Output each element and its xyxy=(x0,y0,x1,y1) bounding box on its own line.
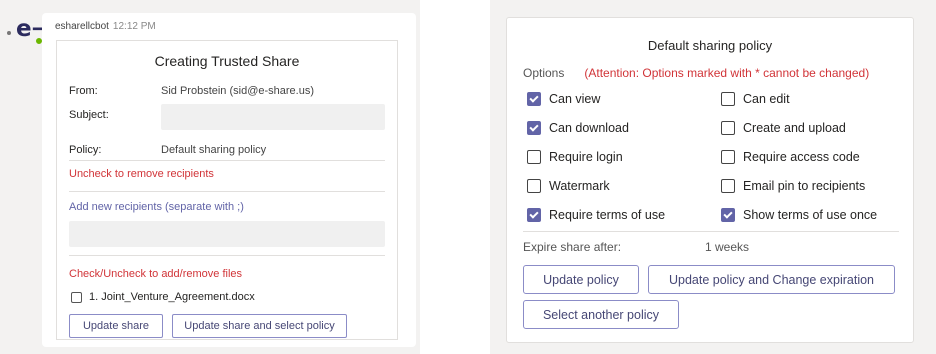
policy-title: Default sharing policy xyxy=(647,38,773,53)
option-can-download[interactable]: Can download xyxy=(527,121,629,135)
option-require-login[interactable]: Require login xyxy=(527,150,623,164)
checkbox-unchecked[interactable] xyxy=(527,150,541,164)
option-can-view[interactable]: Can view xyxy=(527,92,600,106)
files-hint: Check/Uncheck to add/remove files xyxy=(69,268,243,280)
attention-note: (Attention: Options marked with * cannot… xyxy=(584,66,870,80)
option-label: Require login xyxy=(549,150,623,164)
card-title: Creating Trusted Share xyxy=(154,53,300,69)
checkbox-unchecked[interactable] xyxy=(721,150,735,164)
policy-label: Policy: xyxy=(69,144,102,156)
option-can-edit[interactable]: Can edit xyxy=(721,92,790,106)
option-watermark[interactable]: Watermark xyxy=(527,179,610,193)
options-label: Options xyxy=(523,66,565,80)
checkbox-checked[interactable] xyxy=(527,208,541,222)
presence-dot xyxy=(7,31,11,35)
option-label: Can edit xyxy=(743,92,790,106)
divider xyxy=(69,255,385,256)
checkbox-checked[interactable] xyxy=(527,92,541,106)
chat-message: esharellcbot 12:12 PM Creating Trusted Sh… xyxy=(42,13,416,347)
policy-value: Default sharing policy xyxy=(161,144,267,156)
select-another-policy-button[interactable]: Select another policy xyxy=(523,300,679,329)
file-name: 1. Joint_Venture_Agreement.docx xyxy=(89,291,255,303)
option-label: Show terms of use once xyxy=(743,208,878,222)
option-email-pin[interactable]: Email pin to recipients xyxy=(721,179,865,193)
option-require-access-code[interactable]: Require access code xyxy=(721,150,860,164)
divider xyxy=(523,231,899,232)
divider xyxy=(69,160,385,161)
update-share-button[interactable]: Update share xyxy=(69,314,163,338)
checkbox-unchecked[interactable] xyxy=(721,92,735,106)
update-policy-button[interactable]: Update policy xyxy=(523,265,639,294)
option-label: Email pin to recipients xyxy=(743,179,866,193)
option-label: Watermark xyxy=(549,179,610,193)
options-header: Options (Attention: Options marked with … xyxy=(523,66,869,80)
trusted-share-card: Creating Trusted Share From: Sid Probste… xyxy=(56,40,398,340)
update-policy-expiration-button[interactable]: Update policy and Change expiration xyxy=(648,265,895,294)
checkbox-unchecked[interactable] xyxy=(721,121,735,135)
update-share-select-policy-button[interactable]: Update share and select policy xyxy=(172,314,347,338)
sharing-policy-card: Default sharing policy Options (Attentio… xyxy=(506,17,914,343)
option-show-terms-once[interactable]: Show terms of use once xyxy=(721,208,877,222)
checkbox-unchecked[interactable] xyxy=(527,179,541,193)
subject-input[interactable] xyxy=(161,104,385,130)
checkbox-unchecked[interactable] xyxy=(721,179,735,193)
option-label: Create and upload xyxy=(743,121,846,135)
uncheck-recipients-hint: Uncheck to remove recipients xyxy=(69,168,214,180)
recipients-input[interactable] xyxy=(69,221,385,247)
option-label: Require access code xyxy=(743,150,860,164)
option-label: Require terms of use xyxy=(549,208,666,222)
panel-gap xyxy=(420,0,490,354)
expire-label: Expire share after: xyxy=(523,240,622,254)
sender-name: esharellcbot xyxy=(55,21,109,32)
option-label: Can view xyxy=(549,92,601,106)
checkbox-checked[interactable] xyxy=(527,121,541,135)
file-item[interactable]: 1. Joint_Venture_Agreement.docx xyxy=(71,291,255,303)
file-checkbox[interactable] xyxy=(71,291,82,303)
message-header: esharellcbot 12:12 PM xyxy=(55,21,156,32)
add-recipients-label: Add new recipients (separate with ;) xyxy=(69,201,244,213)
divider xyxy=(69,191,385,192)
from-label: From: xyxy=(69,85,98,97)
expire-value: 1 weeks xyxy=(705,240,750,254)
checkbox-checked[interactable] xyxy=(721,208,735,222)
bot-avatar[interactable]: e→ xyxy=(14,16,51,47)
option-label: Can download xyxy=(549,121,629,135)
from-value: Sid Probstein (sid@e-share.us) xyxy=(161,85,315,97)
option-require-terms[interactable]: Require terms of use xyxy=(527,208,665,222)
message-time: 12:12 PM xyxy=(112,21,156,32)
option-create-upload[interactable]: Create and upload xyxy=(721,121,846,135)
subject-label: Subject: xyxy=(69,109,109,121)
